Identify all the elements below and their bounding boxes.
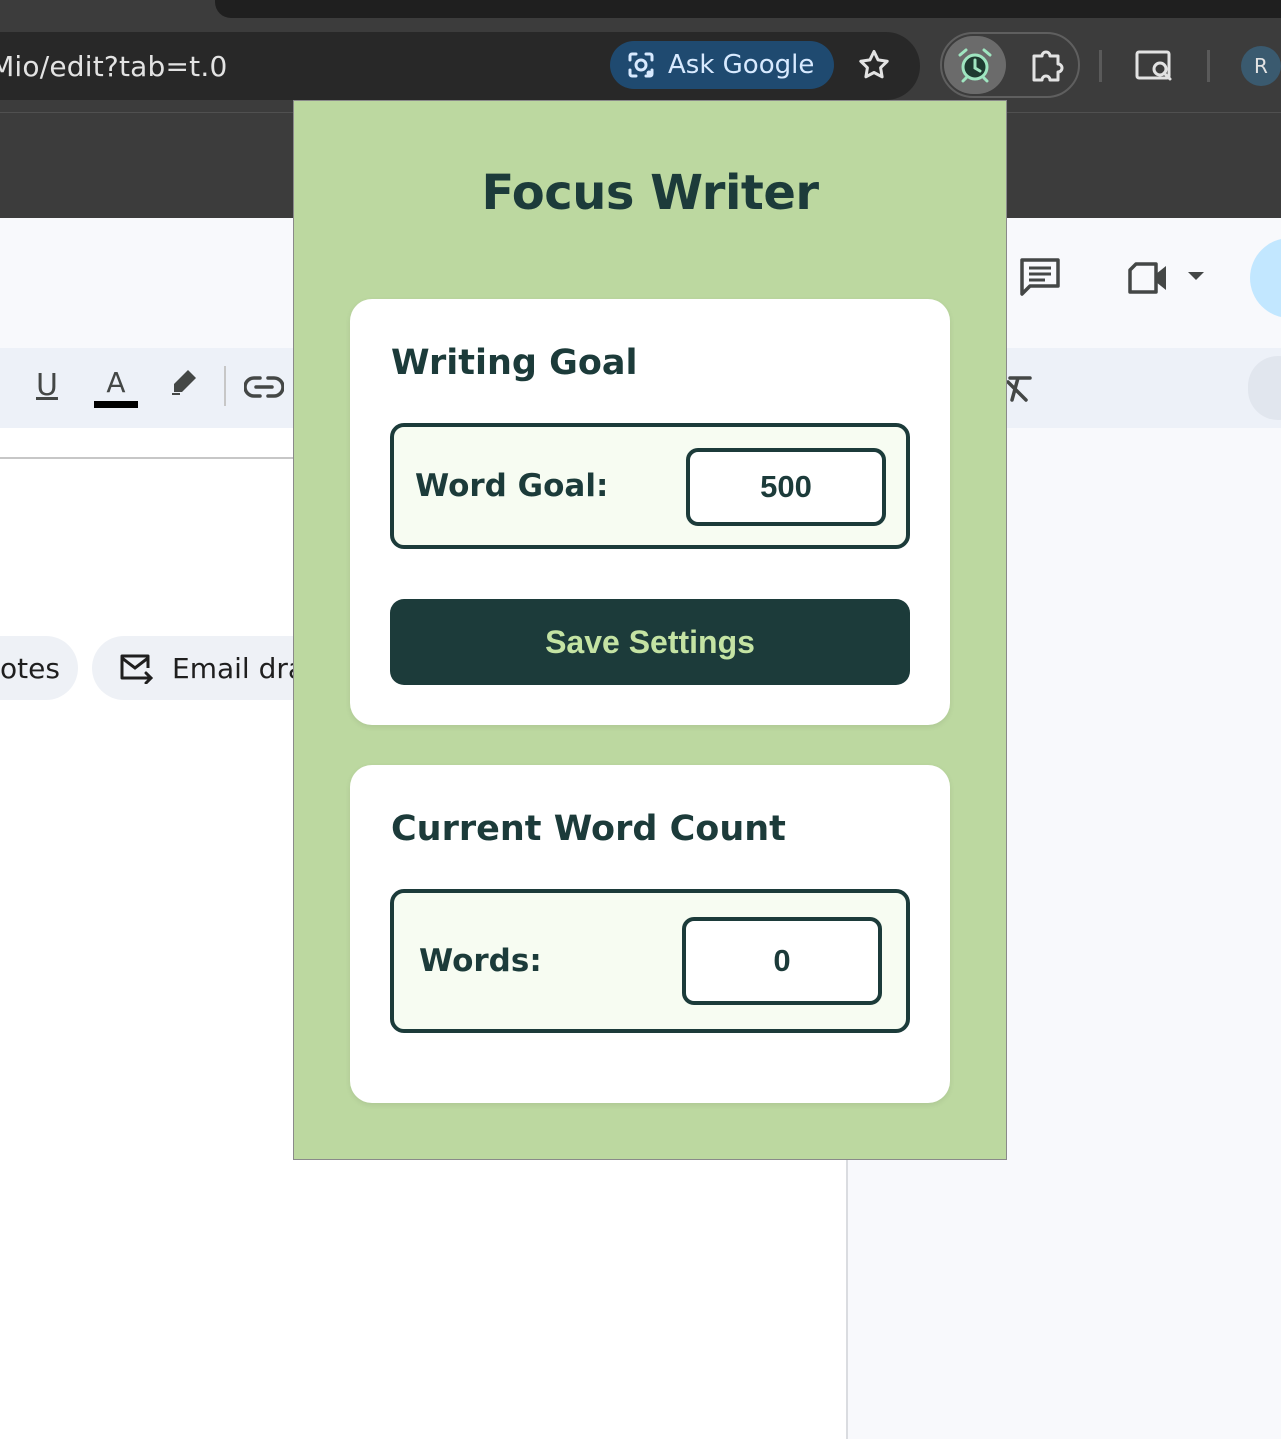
active-tab[interactable] [215, 0, 1281, 18]
writing-goal-heading: Writing Goal [391, 343, 638, 383]
text-color-icon[interactable]: A [94, 366, 138, 408]
star-icon[interactable] [856, 47, 892, 83]
word-count-heading: Current Word Count [391, 809, 786, 849]
underline-icon[interactable]: U [36, 368, 58, 403]
word-count-value: 0 [682, 917, 882, 1005]
extensions-group [940, 32, 1080, 98]
email-draft-chip-label: Email dra [172, 651, 306, 685]
word-goal-field: Word Goal: [390, 423, 910, 549]
link-icon[interactable] [244, 374, 284, 400]
profile-avatar[interactable]: R [1241, 46, 1281, 86]
ruler [0, 457, 293, 459]
ask-google-button[interactable]: Ask Google [610, 41, 834, 89]
lens-icon [628, 52, 654, 78]
reading-mode-icon[interactable] [1134, 48, 1174, 84]
toolbar-divider [1207, 50, 1210, 82]
word-goal-label: Word Goal: [415, 468, 609, 504]
writing-goal-card: Writing Goal Word Goal: Save Settings [350, 299, 950, 725]
highlighter-icon[interactable] [168, 366, 200, 398]
tab-strip [0, 0, 1281, 30]
toolbar-divider [1099, 50, 1102, 82]
word-goal-input[interactable] [686, 448, 886, 526]
meeting-notes-chip[interactable]: otes [0, 636, 78, 700]
video-call-icon[interactable] [1126, 260, 1172, 296]
puzzle-icon[interactable] [1026, 46, 1066, 86]
alarm-clock-icon [958, 48, 992, 83]
popup-title: Focus Writer [481, 165, 819, 221]
save-settings-button[interactable]: Save Settings [390, 599, 910, 685]
toolbar-divider [224, 366, 226, 406]
clear-formatting-icon[interactable] [1004, 374, 1034, 404]
comment-icon[interactable] [1018, 256, 1062, 298]
word-count-field: Words: 0 [390, 889, 910, 1033]
focus-writer-extension-button[interactable] [944, 36, 1006, 94]
ask-google-label: Ask Google [668, 50, 815, 80]
url-text[interactable]: f4Mio/edit?tab=t.0 [0, 50, 227, 83]
words-label: Words: [419, 943, 542, 979]
chevron-down-icon[interactable] [1188, 272, 1204, 280]
meeting-notes-chip-label: otes [0, 651, 60, 685]
extension-popup: Focus Writer Writing Goal Word Goal: Sav… [293, 100, 1007, 1160]
word-count-card: Current Word Count Words: 0 [350, 765, 950, 1103]
page-edge [846, 1160, 848, 1439]
email-icon [120, 654, 154, 684]
